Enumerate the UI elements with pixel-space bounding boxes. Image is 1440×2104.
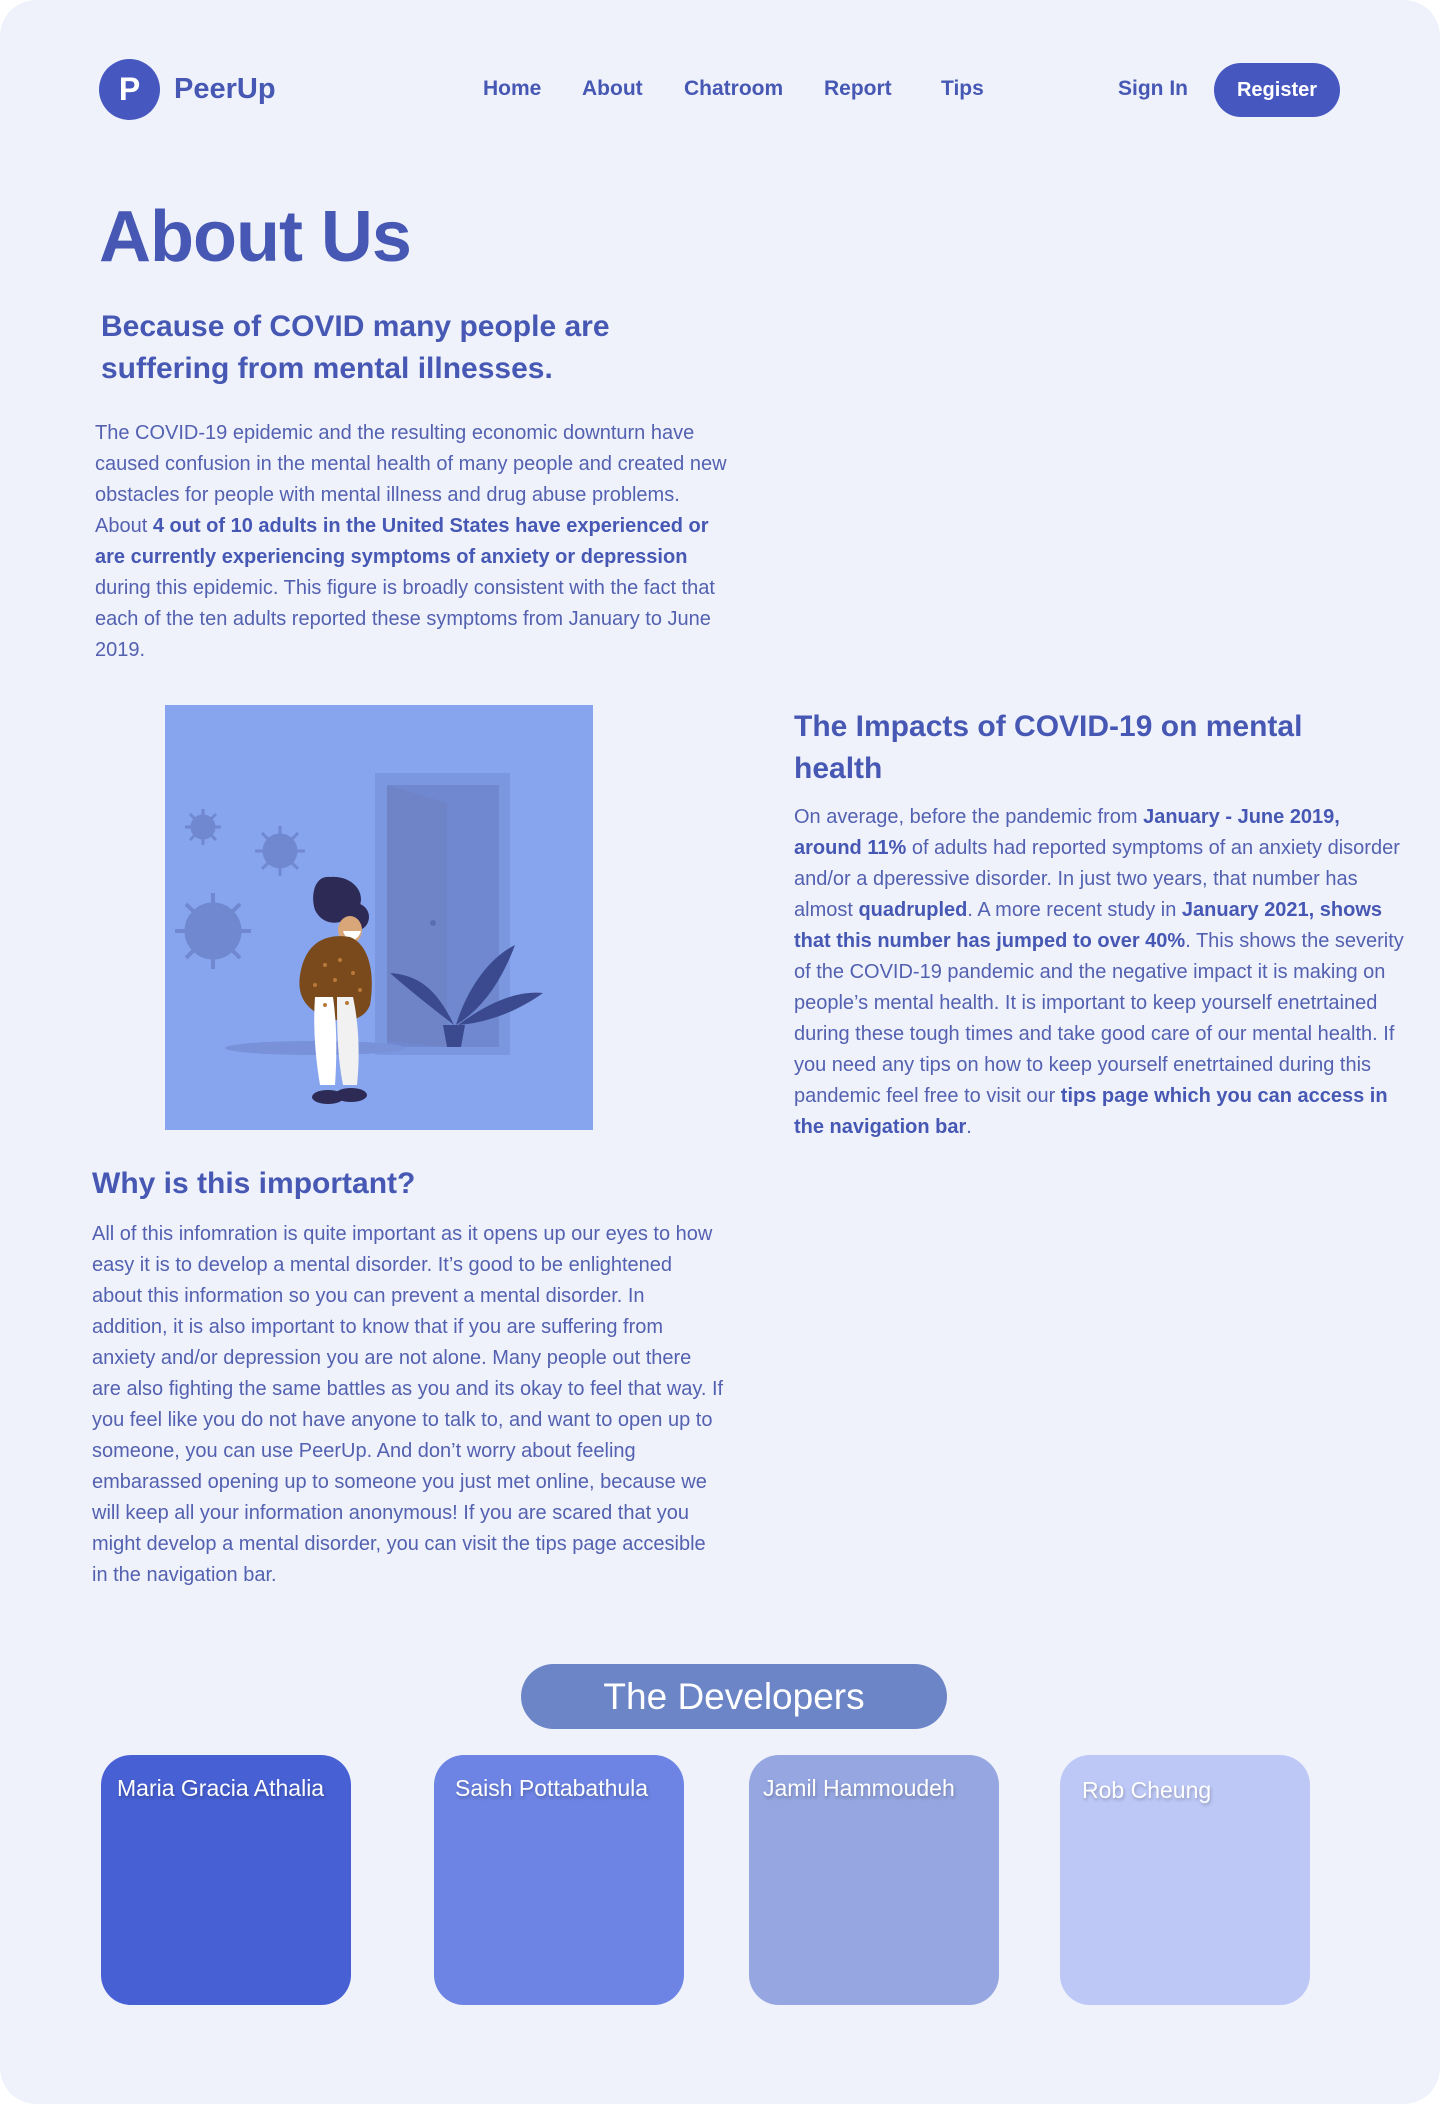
nav-report[interactable]: Report <box>824 77 892 101</box>
developer-card-maria[interactable]: Maria Gracia Athalia <box>101 1755 351 2005</box>
impacts-text-4: . This shows the severity of the COVID-1… <box>794 930 1404 1107</box>
nav-about[interactable]: About <box>582 77 643 101</box>
why-paragraph: All of this infomration is quite importa… <box>92 1223 724 1586</box>
developer-card-rob[interactable]: Rob Cheung <box>1060 1755 1310 2005</box>
page-title: About Us <box>99 197 412 277</box>
sign-in-link[interactable]: Sign In <box>1118 77 1188 101</box>
brand-name: PeerUp <box>174 73 276 105</box>
impacts-text-1: On average, before the pandemic from <box>794 806 1144 828</box>
intro-bold-1: 4 out of 10 adults in the United States … <box>95 515 709 568</box>
page: P PeerUp Home About Chatroom Report Tips… <box>0 0 1440 2104</box>
logo-mark-icon: P <box>99 59 160 120</box>
nav-home[interactable]: Home <box>483 77 541 101</box>
impacts-bold-2: quadrupled <box>858 899 968 921</box>
nav-chatroom[interactable]: Chatroom <box>684 77 783 101</box>
register-button[interactable]: Register <box>1214 63 1340 117</box>
nav-tips[interactable]: Tips <box>941 77 984 101</box>
impacts-text-5: . <box>966 1116 972 1138</box>
brand-logo[interactable]: P PeerUp <box>99 59 276 120</box>
impacts-text-3: . A more recent study in <box>967 899 1182 921</box>
developers-title: The Developers <box>521 1664 947 1729</box>
impacts-paragraph: On average, before the pandemic from Jan… <box>794 802 1409 1143</box>
intro-paragraph: The COVID-19 epidemic and the resulting … <box>95 418 730 666</box>
impacts-title: The Impacts of COVID-19 on mental health <box>794 710 1303 785</box>
page-subtitle: Because of COVID many people are sufferi… <box>101 310 610 385</box>
why-title: Why is this important? <box>92 1167 416 1200</box>
intro-text-2: during this epidemic. This figure is bro… <box>95 577 715 661</box>
developer-card-saish[interactable]: Saish Pottabathula <box>434 1755 684 2005</box>
developer-name: Saish Pottabathula <box>455 1775 649 1801</box>
developer-name: Maria Gracia Athalia <box>117 1775 325 1801</box>
developer-name: Rob Cheung <box>1082 1777 1212 1803</box>
developer-card-jamil[interactable]: Jamil Hammoudeh <box>749 1755 999 2005</box>
person-with-mask-by-door-illustration-icon <box>175 773 543 1104</box>
mental-health-illustration <box>165 705 593 1130</box>
developer-name: Jamil Hammoudeh <box>763 1775 955 1801</box>
